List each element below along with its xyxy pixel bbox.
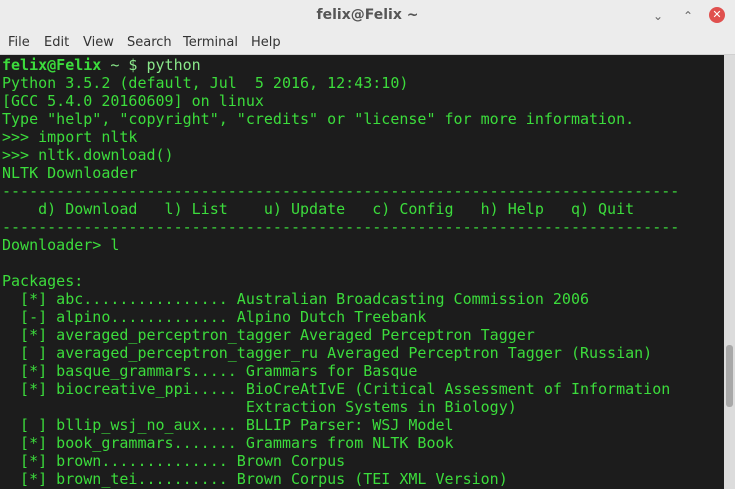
terminal-line: [-] alpino............. Alpino Dutch Tre… [2, 308, 427, 326]
prompt-command: ~ $ python [101, 56, 201, 74]
menu-edit[interactable]: Edit [44, 35, 69, 50]
scrollbar-thumb[interactable] [726, 345, 733, 407]
terminal-line: [*] averaged_perceptron_tagger Averaged … [2, 326, 535, 344]
terminal-line: [*] book_grammars....... Grammars from N… [2, 434, 454, 452]
terminal-output[interactable]: felix@Felix ~ $ python Python 3.5.2 (def… [0, 55, 724, 489]
prompt-user: felix@Felix [2, 56, 102, 74]
terminal-line: >>> import nltk [2, 128, 138, 146]
terminal-line: [GCC 5.4.0 20160609] on linux [2, 92, 264, 110]
terminal-line: [ ] averaged_perceptron_tagger_ru Averag… [2, 344, 653, 362]
terminal-line: Packages: [2, 272, 84, 290]
terminal-line: ----------------------------------------… [2, 218, 680, 236]
terminal-line: Extraction Systems in Biology) [2, 398, 517, 416]
terminal-line: [*] brown_tei.......... Brown Corpus (TE… [2, 470, 508, 488]
terminal-line: [*] abc................ Australian Broad… [2, 290, 589, 308]
menu-view[interactable]: View [83, 35, 114, 50]
terminal-line: [ ] bllip_wsj_no_aux.... BLLIP Parser: W… [2, 416, 454, 434]
menu-help[interactable]: Help [251, 35, 281, 50]
maximize-icon[interactable]: ⌃ [683, 10, 693, 22]
terminal-line: Downloader> l [2, 236, 120, 254]
terminal-line: NLTK Downloader [2, 164, 138, 182]
terminal-line: [*] basque_grammars..... Grammars for Ba… [2, 362, 418, 380]
close-icon[interactable]: ✕ [709, 7, 725, 23]
terminal-scrollbar[interactable] [724, 55, 735, 489]
terminal-line: [*] biocreative_ppi..... BioCreAtIvE (Cr… [2, 380, 671, 398]
terminal-line: Type "help", "copyright", "credits" or "… [2, 110, 635, 128]
minimize-icon[interactable]: ⌄ [653, 10, 663, 22]
menu-bar: File Edit View Search Terminal Help [0, 32, 735, 55]
terminal-line: >>> nltk.download() [2, 146, 174, 164]
terminal-line: ----------------------------------------… [2, 182, 680, 200]
menu-search[interactable]: Search [127, 35, 172, 50]
window-titlebar[interactable]: felix@Felix ~ ⌄ ⌃ ✕ [0, 0, 735, 32]
terminal-line: d) Download l) List u) Update c) Config … [2, 200, 635, 218]
menu-terminal[interactable]: Terminal [183, 35, 238, 50]
terminal-line: [*] brown.............. Brown Corpus [2, 452, 346, 470]
menu-file[interactable]: File [8, 35, 30, 50]
terminal-line: Python 3.5.2 (default, Jul 5 2016, 12:43… [2, 74, 409, 92]
prompt-line: felix@Felix ~ $ python [2, 56, 201, 74]
window-title: felix@Felix ~ [316, 7, 419, 23]
